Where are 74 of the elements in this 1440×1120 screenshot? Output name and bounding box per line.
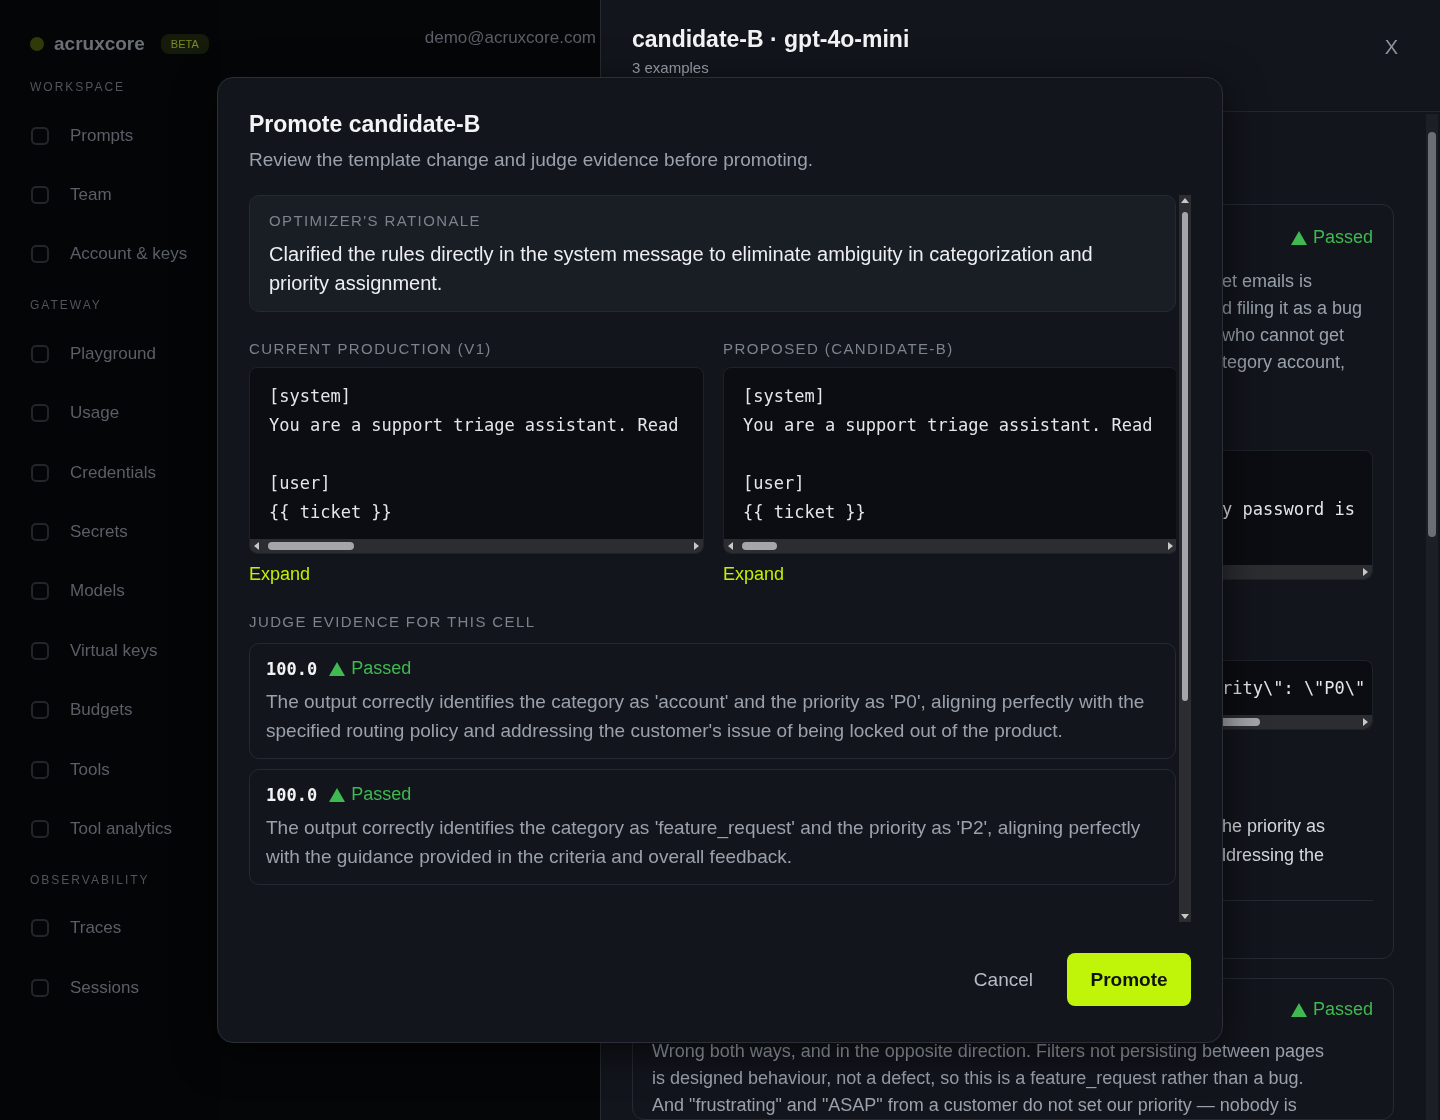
triangle-up-icon bbox=[329, 787, 346, 802]
code-block: rity\": \"P0\" bbox=[1222, 660, 1373, 730]
section-label: JUDGE EVIDENCE FOR THIS CELL bbox=[249, 613, 537, 630]
logo: acruxcore bbox=[54, 33, 145, 55]
cancel-button[interactable]: Cancel bbox=[957, 954, 1049, 1005]
square-icon bbox=[30, 185, 50, 206]
nav-item[interactable]: Credentials bbox=[30, 442, 220, 503]
nav-item[interactable]: Sessions bbox=[30, 958, 220, 1018]
nav-item[interactable]: Team bbox=[30, 165, 220, 225]
square-icon bbox=[30, 462, 50, 483]
nav-section-title: WORKSPACE bbox=[30, 80, 127, 94]
score: 100.0 bbox=[266, 658, 318, 679]
nav-item[interactable]: Tools bbox=[30, 739, 220, 800]
nav-section-title: OBSERVABILITY bbox=[30, 872, 151, 887]
nav-item[interactable]: Usage bbox=[30, 383, 220, 443]
square-icon bbox=[30, 125, 50, 146]
nav-item[interactable]: Virtual keys bbox=[30, 621, 220, 681]
scrollbar[interactable] bbox=[1426, 114, 1438, 1120]
judge-feedback: he priority as ldressing the bbox=[1222, 815, 1327, 867]
triangle-up-icon bbox=[329, 661, 346, 676]
nav-item[interactable]: Playground bbox=[30, 324, 220, 384]
triangle-up-icon bbox=[1290, 1002, 1307, 1017]
scrollbar[interactable] bbox=[724, 539, 1177, 553]
nav-item[interactable]: Secrets bbox=[30, 502, 220, 562]
scrollbar[interactable] bbox=[1222, 565, 1372, 579]
nav-section-title: GATEWAY bbox=[30, 298, 103, 313]
dialog-title: Promote candidate-B bbox=[249, 111, 482, 139]
status-label: Passed bbox=[1290, 999, 1373, 1020]
section-label: OPTIMIZER'S RATIONALE bbox=[269, 212, 482, 229]
nav-item[interactable]: Account & keys bbox=[30, 224, 220, 285]
square-icon bbox=[30, 640, 50, 661]
square-icon bbox=[30, 918, 50, 939]
status-label: Passed bbox=[329, 658, 412, 679]
triangle-up-icon bbox=[1290, 230, 1307, 245]
scrollbar[interactable] bbox=[250, 539, 703, 553]
dialog-subtitle: Review the template change and judge evidence before promoting. bbox=[249, 149, 815, 171]
nav-item[interactable]: Models bbox=[30, 561, 220, 622]
square-icon bbox=[30, 343, 50, 364]
section-label: PROPOSED (CANDIDATE-B) bbox=[723, 340, 955, 357]
scrollbar[interactable] bbox=[1179, 195, 1191, 922]
square-icon bbox=[30, 244, 50, 265]
code-block: [system] You are a support triage assistant. Read [user] {{ ticket }} bbox=[249, 367, 704, 554]
scrollbar[interactable] bbox=[1222, 715, 1372, 729]
judge-feedback: The output correctly identifies the category as 'account' and the priority as 'P0', aligning perfectly with the specified routing policy and addressing the customer's issue of being locked out of the product. bbox=[266, 690, 1146, 743]
score: 100.0 bbox=[266, 784, 318, 805]
nav-item[interactable]: Tool analytics bbox=[30, 799, 220, 859]
square-icon bbox=[30, 977, 50, 998]
judge-feedback: Wrong both ways, and in the opposite direction. Filters not persisting between pages is designed behaviour, not a defect, so this is a feature_request rather than a bug. And "frustrating" and "ASAP" from a customer do not set our priority — nobody is bbox=[652, 1040, 1326, 1117]
close-button[interactable]: X bbox=[1378, 32, 1404, 62]
square-icon bbox=[30, 759, 50, 780]
drawer-subtitle: 3 examples bbox=[632, 59, 710, 76]
status-label: Passed bbox=[1290, 227, 1373, 248]
section-label: CURRENT PRODUCTION (V1) bbox=[249, 340, 493, 357]
square-icon bbox=[30, 581, 50, 602]
status-label: Passed bbox=[329, 784, 412, 805]
square-icon bbox=[30, 819, 50, 839]
drawer-title: candidate-B · gpt-4o-mini bbox=[632, 26, 910, 53]
square-icon bbox=[30, 522, 50, 543]
code-block: y password is bbox=[1222, 450, 1373, 580]
expand-link[interactable]: Expand bbox=[249, 564, 311, 585]
beta-badge: BETA bbox=[160, 34, 209, 54]
judge-feedback: The output correctly identifies the category as 'feature_request' and the priority as 'P2', aligning perfectly with the guidance provided in the criteria and overall feedback. bbox=[266, 816, 1142, 869]
square-icon bbox=[30, 403, 50, 424]
logo-dot-icon bbox=[30, 37, 44, 51]
code-block: [system] You are a support triage assistant. Read [user] {{ ticket }} bbox=[723, 367, 1177, 554]
ticket-text: et emails is d filing it as a bug who cannot get tegory account, bbox=[1222, 270, 1364, 374]
nav-item[interactable]: Budgets bbox=[30, 680, 220, 740]
rationale-text: Clarified the rules directly in the system message to eliminate ambiguity in categorization and priority assignment. bbox=[269, 242, 1094, 296]
nav-item[interactable]: Prompts bbox=[30, 106, 220, 166]
expand-link[interactable]: Expand bbox=[723, 564, 785, 585]
nav-item[interactable]: Traces bbox=[30, 898, 220, 959]
square-icon bbox=[30, 700, 50, 721]
user-email[interactable]: demo@acruxcore.com bbox=[424, 28, 596, 50]
promote-button[interactable]: Promote bbox=[1067, 953, 1191, 1006]
